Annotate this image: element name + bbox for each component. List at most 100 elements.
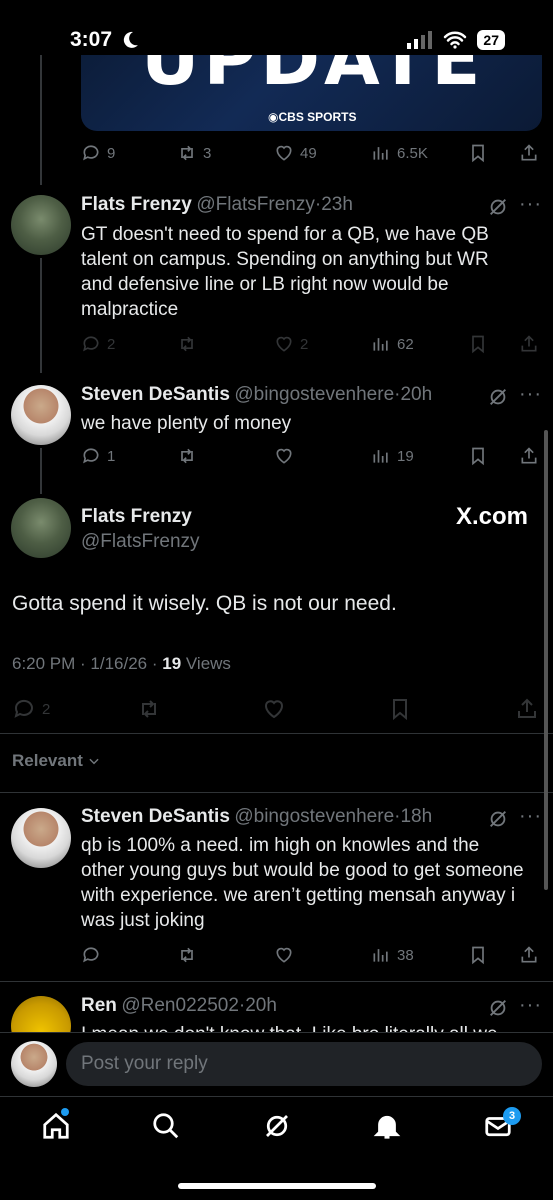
retweet-icon	[181, 336, 193, 352]
chevron-down-icon	[89, 758, 99, 765]
retweet-button[interactable]: 3	[177, 143, 211, 163]
views-count: 62	[397, 335, 414, 353]
views-button[interactable]: 62	[371, 334, 414, 354]
tab-search[interactable]	[151, 1111, 181, 1146]
retweet-button[interactable]	[177, 446, 197, 466]
media-source: ◉CBS SPORTS	[268, 110, 357, 124]
views-count: 19	[162, 654, 182, 673]
tweet-timestamp: 6:20 PM · 1/16/26 ·	[12, 654, 163, 673]
share-icon	[521, 144, 537, 161]
author-name[interactable]: Flats Frenzy	[81, 194, 192, 215]
views-button[interactable]: 38	[371, 945, 414, 965]
share-button[interactable]	[519, 446, 539, 466]
heart-icon	[265, 700, 283, 719]
more-icon[interactable]: ···	[519, 994, 542, 1017]
scrollbar[interactable]	[544, 430, 548, 890]
reply-count: 2	[107, 335, 116, 353]
like-button[interactable]	[274, 945, 294, 965]
share-button[interactable]	[519, 334, 539, 354]
views-count: 19	[397, 447, 414, 465]
author-name[interactable]: Steven DeSantis	[81, 384, 230, 405]
like-count: 49	[300, 144, 317, 162]
views-button[interactable]: 6.5K	[371, 143, 428, 163]
thread-line	[40, 258, 42, 373]
views-icon	[373, 147, 388, 160]
wifi-icon	[444, 31, 467, 49]
author-handle[interactable]: @FlatsFrenzy	[81, 531, 200, 553]
retweet-button[interactable]	[137, 697, 161, 721]
reply-button[interactable]: 2	[81, 334, 115, 354]
views-icon	[373, 450, 388, 463]
like-button[interactable]	[262, 697, 286, 721]
reply-button[interactable]	[81, 945, 101, 965]
moon-icon	[121, 30, 139, 55]
bookmark-button[interactable]	[468, 334, 488, 354]
share-button[interactable]	[515, 697, 539, 721]
reply-count: 1	[107, 447, 116, 465]
share-button[interactable]	[519, 945, 539, 965]
retweet-button[interactable]	[177, 334, 197, 354]
bookmark-button[interactable]	[468, 446, 488, 466]
tweet-time: 23h	[321, 194, 353, 215]
avatar[interactable]	[11, 385, 71, 445]
heart-icon	[276, 947, 292, 963]
sort-dropdown[interactable]: Relevant	[12, 751, 101, 771]
views-icon	[373, 949, 388, 962]
reply-input[interactable]: Post your reply	[66, 1042, 542, 1086]
messages-badge: 3	[503, 1107, 521, 1125]
bookmark-button[interactable]	[388, 697, 412, 721]
media-card[interactable]: UPDATE ◉CBS SPORTS	[81, 55, 542, 131]
reply-button[interactable]: 1	[81, 446, 115, 466]
grok-icon[interactable]	[487, 808, 509, 835]
reply-button[interactable]: 9	[81, 143, 115, 163]
bookmark-button[interactable]	[468, 143, 488, 163]
bookmark-icon	[472, 946, 484, 965]
sort-label: Relevant	[12, 751, 83, 770]
reply-count: 2	[42, 700, 51, 718]
avatar[interactable]	[11, 808, 71, 868]
divider	[0, 981, 553, 982]
more-icon[interactable]: ···	[519, 193, 542, 216]
views-button[interactable]: 19	[371, 446, 414, 466]
share-button[interactable]	[519, 143, 539, 163]
like-button[interactable]	[274, 446, 294, 466]
like-button[interactable]: 2	[274, 334, 308, 354]
tweet-header: Steven DeSantis @bingostevenhere·20h	[81, 384, 433, 405]
author-name[interactable]: Flats Frenzy	[81, 506, 192, 528]
retweet-icon	[181, 145, 193, 161]
reply-button[interactable]: 2	[12, 697, 50, 721]
bookmark-button[interactable]	[468, 945, 488, 965]
reply-icon	[83, 947, 99, 963]
retweet-count: 3	[203, 144, 212, 162]
tab-home[interactable]	[41, 1111, 71, 1146]
grok-icon[interactable]	[487, 196, 509, 223]
more-icon[interactable]: ···	[519, 805, 542, 828]
avatar[interactable]	[11, 498, 71, 558]
views-icon	[373, 338, 388, 351]
more-icon[interactable]: ···	[519, 383, 542, 406]
avatar[interactable]	[11, 195, 71, 255]
divider	[0, 792, 553, 793]
author-handle[interactable]: @bingostevenhere	[234, 806, 394, 827]
grok-icon[interactable]	[487, 386, 509, 413]
reply-count: 9	[107, 144, 116, 162]
author-name[interactable]: Ren	[81, 995, 117, 1016]
author-name[interactable]: Steven DeSantis	[81, 806, 230, 827]
tab-notifications[interactable]	[372, 1111, 402, 1146]
bookmark-icon	[472, 447, 484, 466]
author-handle[interactable]: @FlatsFrenzy	[196, 194, 315, 215]
retweet-button[interactable]	[177, 945, 197, 965]
tweet-meta: 6:20 PM · 1/16/26 · 19 Views	[12, 654, 231, 674]
brand-label: X.com	[455, 503, 528, 530]
divider	[0, 733, 553, 734]
tab-grok[interactable]	[262, 1111, 292, 1146]
share-icon	[521, 447, 537, 464]
author-handle[interactable]: @Ren022502	[121, 995, 239, 1016]
bell-icon	[373, 1115, 401, 1139]
media-source-text: CBS SPORTS	[278, 110, 357, 124]
battery-indicator: 27	[477, 30, 505, 50]
grok-icon[interactable]	[487, 997, 509, 1024]
author-handle[interactable]: @bingostevenhere	[234, 384, 394, 405]
like-button[interactable]: 49	[274, 143, 317, 163]
signal-icon	[407, 31, 433, 49]
